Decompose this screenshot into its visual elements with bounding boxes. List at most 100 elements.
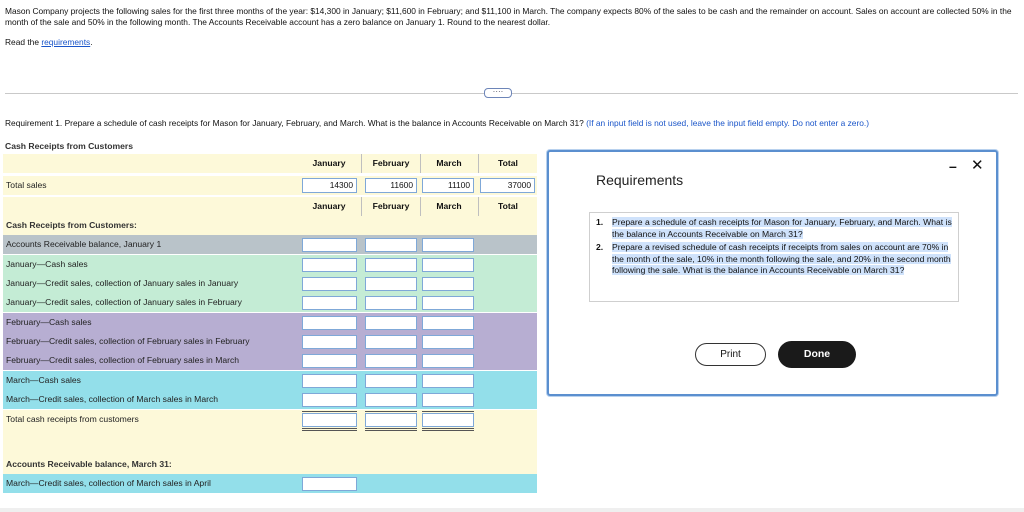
table-row: January—Credit sales, collection of Janu… <box>3 274 537 294</box>
input-field[interactable] <box>422 335 474 349</box>
total-sales-march[interactable]: 11100 <box>422 178 474 193</box>
ar-row: March—Credit sales, collection of March … <box>3 474 537 494</box>
input-field[interactable] <box>365 354 417 368</box>
input-field[interactable] <box>302 335 357 349</box>
total-cash-receipts-row: Total cash receipts from customers <box>3 410 537 432</box>
col-header-march-2: March <box>436 201 462 211</box>
double-underline <box>365 428 417 431</box>
column-separator <box>361 197 362 216</box>
read-prefix: Read the <box>5 37 42 47</box>
row-label: March—Cash sales <box>6 375 81 385</box>
input-field[interactable] <box>365 393 417 407</box>
total-receipts-february[interactable] <box>365 413 417 427</box>
print-button[interactable]: Print <box>695 343 766 366</box>
row-label: Accounts Receivable balance, January 1 <box>6 239 162 249</box>
input-field[interactable] <box>422 296 474 310</box>
requirement-1-question: Requirement 1. Prepare a schedule of cas… <box>5 118 587 128</box>
input-field[interactable] <box>365 335 417 349</box>
requirement-number: 1. <box>596 217 604 227</box>
total-sales-total[interactable]: 37000 <box>480 178 535 193</box>
input-field[interactable] <box>302 277 357 291</box>
spacer-row <box>3 432 537 455</box>
col-header-total: Total <box>498 158 518 168</box>
total-sales-row: Total sales 14300 11600 11100 37000 <box>3 176 537 196</box>
col-header-march: March <box>436 158 462 168</box>
input-field[interactable] <box>365 258 417 272</box>
column-header-row-2: January February March Total <box>3 197 537 217</box>
dialog-title: Requirements <box>596 172 684 188</box>
column-separator <box>478 197 479 216</box>
input-field[interactable] <box>302 296 357 310</box>
read-suffix: . <box>90 37 93 47</box>
table-row: January—Cash sales <box>3 255 537 275</box>
column-separator <box>420 154 421 173</box>
input-field[interactable] <box>422 354 474 368</box>
done-button[interactable]: Done <box>778 341 856 368</box>
problem-statement: Mason Company projects the following sal… <box>5 6 1012 27</box>
col-header-january-2: January <box>312 201 346 211</box>
row-label: January—Cash sales <box>6 259 88 269</box>
ar-balance-input[interactable] <box>302 477 357 491</box>
column-separator <box>361 154 362 173</box>
total-sales-february[interactable]: 11600 <box>365 178 417 193</box>
close-icon[interactable]: ✕ <box>971 156 984 174</box>
input-field[interactable] <box>422 316 474 330</box>
input-field[interactable] <box>422 393 474 407</box>
total-cash-receipts-label: Total cash receipts from customers <box>6 414 139 424</box>
table-row: Accounts Receivable balance, January 1 <box>3 235 537 255</box>
input-field[interactable] <box>365 296 417 310</box>
input-field[interactable] <box>422 277 474 291</box>
column-separator <box>420 197 421 216</box>
underline <box>422 411 474 412</box>
requirement-1-text: Requirement 1. Prepare a schedule of cas… <box>5 118 869 128</box>
requirement-number: 2. <box>596 242 604 252</box>
input-field[interactable] <box>422 374 474 388</box>
table-row: March—Cash sales <box>3 371 537 391</box>
requirement-text: Prepare a schedule of cash receipts for … <box>612 217 952 239</box>
expand-button[interactable]: ···· <box>484 88 512 98</box>
row-label: February—Credit sales, collection of Feb… <box>6 336 250 346</box>
requirement-item: 1. Prepare a schedule of cash receipts f… <box>596 217 952 240</box>
table-row: February—Credit sales, collection of Feb… <box>3 332 537 352</box>
input-field[interactable] <box>365 238 417 252</box>
input-field[interactable] <box>302 316 357 330</box>
total-sales-label: Total sales <box>6 180 47 190</box>
requirement-1-hint: (If an input field is not used, leave th… <box>586 118 870 128</box>
double-underline <box>302 428 357 431</box>
input-field[interactable] <box>365 374 417 388</box>
requirements-dialog: Requirements – ✕ 1. Prepare a schedule o… <box>547 150 998 396</box>
row-label: January—Credit sales, collection of Janu… <box>6 278 239 288</box>
table-row: February—Cash sales <box>3 313 537 333</box>
input-field[interactable] <box>365 316 417 330</box>
ar-row-label: March—Credit sales, collection of March … <box>6 478 211 488</box>
col-header-total-2: Total <box>498 201 518 211</box>
double-underline <box>422 428 474 431</box>
underline <box>302 411 357 412</box>
row-label: February—Credit sales, collection of Feb… <box>6 355 240 365</box>
input-field[interactable] <box>365 277 417 291</box>
table-row: February—Credit sales, collection of Feb… <box>3 351 537 371</box>
read-requirements-line: Read the requirements. <box>5 37 93 47</box>
col-header-february: February <box>372 158 410 168</box>
total-sales-january[interactable]: 14300 <box>302 178 357 193</box>
input-field[interactable] <box>422 238 474 252</box>
input-field[interactable] <box>302 258 357 272</box>
total-receipts-january[interactable] <box>302 413 357 427</box>
requirement-text: Prepare a revised schedule of cash recei… <box>612 242 951 275</box>
input-field[interactable] <box>302 393 357 407</box>
minimize-icon[interactable]: – <box>949 158 957 174</box>
input-field[interactable] <box>422 258 474 272</box>
total-receipts-march[interactable] <box>422 413 474 427</box>
requirements-link[interactable]: requirements <box>41 37 90 47</box>
underline <box>365 411 417 412</box>
row-label: February—Cash sales <box>6 317 92 327</box>
requirement-item: 2. Prepare a revised schedule of cash re… <box>596 242 952 277</box>
input-field[interactable] <box>302 374 357 388</box>
input-field[interactable] <box>302 354 357 368</box>
section-label-row: Cash Receipts from Customers: <box>3 216 537 236</box>
input-field[interactable] <box>302 238 357 252</box>
column-header-row: January February March Total <box>3 154 537 174</box>
col-header-january: January <box>312 158 346 168</box>
section-label: Cash Receipts from Customers: <box>6 220 137 230</box>
col-header-february-2: February <box>372 201 410 211</box>
